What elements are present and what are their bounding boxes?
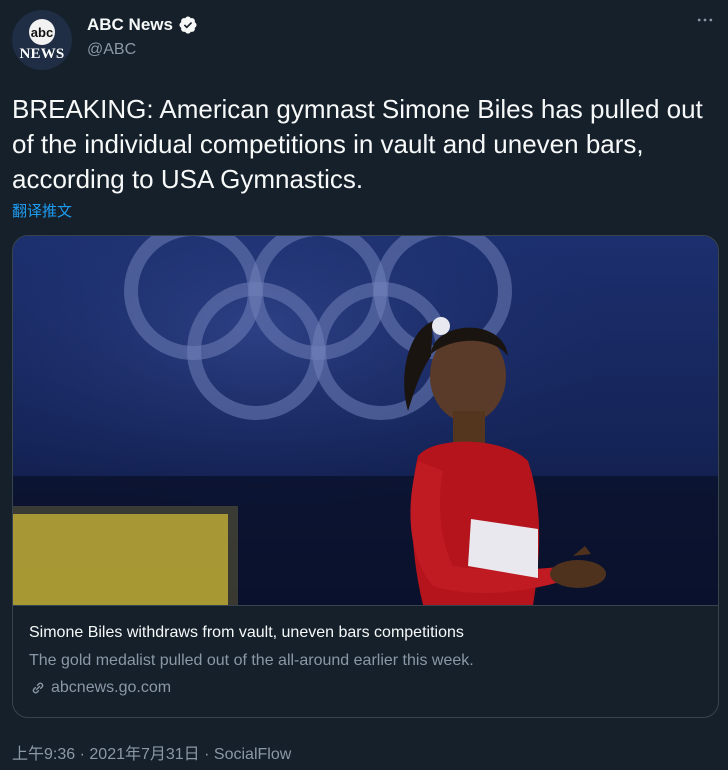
card-title[interactable]: Simone Biles withdraws from vault, uneve…: [29, 624, 464, 642]
card-domain[interactable]: abcnews.go.com: [29, 679, 171, 697]
verified-badge-icon: [179, 16, 197, 34]
avatar[interactable]: abc NEWS: [12, 10, 72, 70]
card-image: [13, 236, 718, 605]
tweet-time[interactable]: 上午9:36: [12, 746, 75, 763]
tweet-text: BREAKING: American gymnast Simone Biles …: [12, 94, 703, 194]
meta-separator: ·: [79, 746, 85, 763]
translate-tweet-link[interactable]: 翻译推文: [12, 200, 72, 221]
link-preview-card[interactable]: Simone Biles withdraws from vault, uneve…: [12, 235, 719, 718]
tweet-date[interactable]: 2021年7月31日: [89, 746, 199, 763]
tweet-metadata: 上午9:36 · 2021年7月31日 · SocialFlow: [12, 740, 291, 764]
card-description: The gold medalist pulled out of the all-…: [29, 652, 474, 669]
tweet-source[interactable]: SocialFlow: [214, 746, 291, 763]
author-handle[interactable]: @ABC: [87, 41, 136, 59]
author-display-name[interactable]: ABC News: [87, 15, 173, 35]
more-options-icon[interactable]: [694, 10, 716, 32]
link-icon: [32, 682, 44, 694]
meta-separator-2: ·: [204, 746, 210, 763]
tweet: abc NEWS ABC News @ABC BREAKING: America…: [0, 0, 728, 770]
avatar-logo-text: NEWS: [19, 46, 65, 62]
card-domain-text: abcnews.go.com: [51, 679, 172, 696]
author-name-row: ABC News: [87, 15, 198, 35]
card-text-area: Simone Biles withdraws from vault, uneve…: [13, 605, 718, 717]
avatar-logo-circle: abc: [29, 19, 55, 45]
